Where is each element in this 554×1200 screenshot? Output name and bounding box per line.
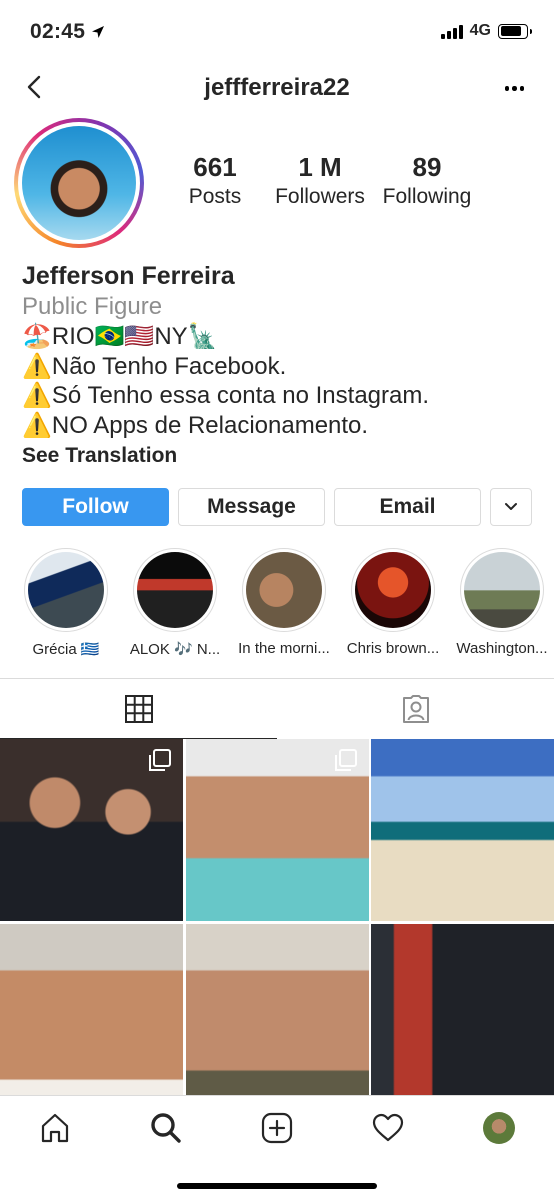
followers-label: Followers [275, 185, 365, 208]
profile-avatar-icon [483, 1112, 515, 1144]
posts-stat[interactable]: 661 Posts [180, 152, 250, 209]
carousel-icon [335, 749, 357, 771]
highlight-cover [137, 552, 213, 628]
followers-stat[interactable]: 1 M Followers [270, 152, 370, 209]
dot-icon [519, 86, 524, 91]
tagged-person-icon [402, 695, 429, 723]
see-translation-link[interactable]: See Translation [22, 440, 542, 472]
post-thumbnail[interactable] [0, 924, 183, 1095]
bottom-navigation [0, 1095, 554, 1157]
highlight-item[interactable]: ALOK 🎶 N... [127, 548, 223, 658]
bio-line: ⚠️Não Tenho Facebook. [22, 352, 287, 380]
profile-username: jeffferreira22 [204, 74, 350, 101]
nav-search[interactable] [146, 1108, 186, 1148]
profile-actions: Follow Message Email [22, 488, 532, 526]
post-thumbnail[interactable] [186, 924, 369, 1095]
posts-count: 661 [193, 152, 237, 182]
home-icon [41, 1113, 69, 1143]
message-button[interactable]: Message [178, 488, 325, 526]
story-highlights: Grécia 🇬🇷 ALOK 🎶 N... In the morni... Ch… [18, 548, 554, 664]
highlight-label: ALOK 🎶 N... [129, 641, 221, 658]
bio-line: ⚠️NO Apps de Relacionamento. [22, 411, 369, 439]
post-thumbnail[interactable] [371, 739, 554, 921]
dot-icon [512, 86, 517, 91]
following-count: 89 [412, 152, 442, 182]
location-arrow-icon [92, 26, 105, 38]
highlight-label: Grécia 🇬🇷 [32, 641, 100, 658]
more-options-button[interactable] [504, 86, 524, 91]
battery-icon [498, 23, 532, 39]
highlight-item[interactable]: In the morni... [236, 548, 332, 657]
followers-count: 1 M [298, 152, 342, 182]
heart-icon [372, 1113, 404, 1142]
follow-button[interactable]: Follow [22, 488, 169, 526]
nav-new-post[interactable] [257, 1108, 297, 1148]
post-thumbnail[interactable] [186, 739, 369, 921]
profile-category: Public Figure [22, 293, 163, 320]
profile-avatar [22, 126, 136, 240]
bio-line: 🏖️RIO🇧🇷🇺🇸NY🗽 [22, 323, 218, 350]
following-stat[interactable]: 89 Following [376, 152, 478, 209]
home-indicator[interactable] [177, 1183, 377, 1189]
profile-tabs [0, 678, 554, 739]
tab-tagged[interactable] [277, 679, 554, 739]
highlight-label: Washington... [456, 640, 548, 657]
add-post-icon [261, 1112, 293, 1144]
status-time-text: 02:45 [30, 20, 86, 43]
bio-line: ⚠️Só Tenho essa conta no Instagram. [22, 382, 430, 409]
posts-grid [0, 739, 554, 1095]
signal-icon [440, 23, 463, 39]
highlight-label: In the morni... [238, 640, 330, 657]
highlight-cover [355, 552, 431, 628]
nav-activity[interactable] [368, 1108, 408, 1148]
posts-label: Posts [188, 185, 242, 208]
status-bar: 02:45 4G [0, 0, 554, 66]
chevron-down-icon [505, 503, 517, 510]
profile-avatar-story-ring[interactable] [14, 118, 144, 248]
profile-stats: 661 Posts 1 M Followers 89 Following [160, 152, 554, 222]
search-icon [151, 1113, 181, 1143]
status-time: 02:45 [30, 20, 105, 44]
post-thumbnail[interactable] [0, 739, 183, 921]
nav-profile[interactable] [479, 1108, 519, 1148]
carousel-icon [149, 749, 171, 771]
suggested-accounts-button[interactable] [490, 488, 532, 526]
status-indicators: 4G [440, 22, 532, 40]
tab-posts-grid[interactable] [0, 679, 277, 739]
network-type: 4G [469, 22, 491, 39]
highlight-cover [464, 552, 540, 628]
profile-bio: Jefferson Ferreira Public Figure 🏖️RIO🇧🇷… [22, 260, 542, 472]
post-thumbnail[interactable] [371, 924, 554, 1095]
following-label: Following [382, 185, 472, 208]
highlight-item[interactable]: Washington... [454, 548, 550, 657]
profile-header: jeffferreira22 [0, 66, 554, 112]
nav-home[interactable] [35, 1108, 75, 1148]
highlight-cover [28, 552, 104, 628]
email-button[interactable]: Email [334, 488, 481, 526]
profile-full-name: Jefferson Ferreira [22, 262, 235, 290]
grid-icon [124, 694, 153, 723]
highlight-item[interactable]: Grécia 🇬🇷 [18, 548, 114, 658]
dot-icon [504, 86, 509, 91]
highlight-item[interactable]: Chris brown... [345, 548, 441, 657]
highlight-label: Chris brown... [346, 640, 440, 657]
highlight-cover [246, 552, 322, 628]
